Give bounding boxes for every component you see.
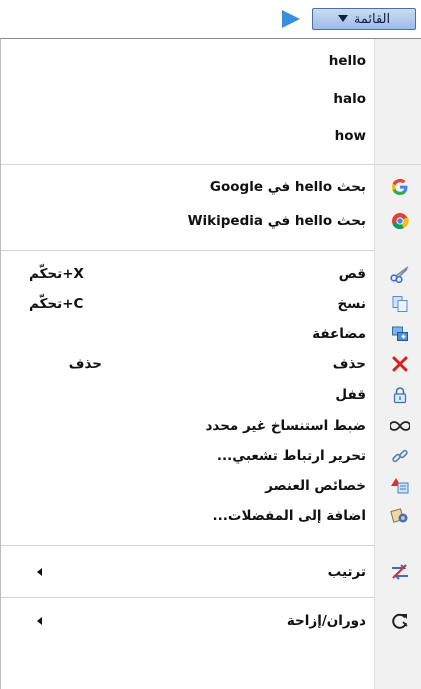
separator [1,250,375,251]
suggestion-label: halo [333,91,366,107]
set-infinite-clone-label: ضبط استنساخ غير محدد [205,418,366,434]
properties-icon [390,476,410,496]
separator [1,164,421,165]
suggestion-item[interactable]: how [1,121,421,151]
search-wikipedia-item[interactable]: بحث hello في Wikipedia [1,206,421,236]
set-infinite-clone-item[interactable]: ضبط استنساخ غير محدد [1,411,421,441]
lock-item[interactable]: قفل [1,380,421,410]
lock-icon [390,385,410,405]
suggestion-item[interactable]: halo [1,84,421,114]
delete-item[interactable]: حذف حذف [1,349,421,379]
cut-item[interactable]: قص تحكّم+X [1,259,421,289]
menu-button-label: القائمة [353,11,391,27]
rotate-icon [390,611,410,631]
search-google-label: بحث hello في Google [209,179,366,195]
duplicate-icon [390,324,410,344]
chrome-icon [390,211,410,231]
separator [1,545,375,546]
rotate-label: دوران/إزاحة [286,613,366,629]
context-menu: hello halo how بحث hello في Google بحث h… [0,38,421,689]
edit-hyperlink-item[interactable]: تحرير ارتباط تشعبي... [1,441,421,471]
delete-label: حذف [332,356,366,372]
arrange-icon [390,562,410,582]
duplicate-label: مضاعفة [312,326,366,342]
search-wikipedia-label: بحث hello في Wikipedia [187,213,366,229]
search-google-item[interactable]: بحث hello في Google [1,172,421,202]
add-to-favourites-label: اضافة إلى المفضلات... [212,508,367,524]
chevron-down-icon [337,15,348,22]
google-icon [390,177,410,197]
submenu-arrow-icon [37,568,42,576]
delete-icon [390,354,410,374]
rotate-submenu-item[interactable]: دوران/إزاحة [1,606,421,636]
copy-item[interactable]: نسخ تحكّم+C [1,289,421,319]
separator [1,597,375,598]
scissors-icon [390,264,410,284]
suggestion-item[interactable]: hello [1,46,421,76]
object-properties-label: خصائص العنصر [265,478,366,494]
edit-hyperlink-label: تحرير ارتباط تشعبي... [216,448,366,464]
menu-button[interactable]: القائمة [312,8,416,30]
copy-shortcut: تحكّم+C [29,296,84,312]
cut-label: قص [338,266,366,282]
submenu-arrow-icon [37,617,42,625]
duplicate-item[interactable]: مضاعفة [1,319,421,349]
infinity-icon [390,416,410,436]
lock-label: قفل [335,387,366,403]
play-icon[interactable] [278,8,302,30]
copy-label: نسخ [337,296,366,312]
hyperlink-icon [390,446,410,466]
arrange-submenu-item[interactable]: ترتيب [1,557,421,587]
suggestion-label: hello [328,53,366,69]
add-to-favourites-item[interactable]: اضافة إلى المفضلات... [1,501,421,531]
favorites-icon [390,506,410,526]
suggestion-label: how [334,128,366,144]
object-properties-item[interactable]: خصائص العنصر [1,471,421,501]
copy-icon [390,294,410,314]
cut-shortcut: تحكّم+X [29,266,84,282]
arrange-label: ترتيب [327,564,366,580]
delete-shortcut: حذف [68,356,102,372]
